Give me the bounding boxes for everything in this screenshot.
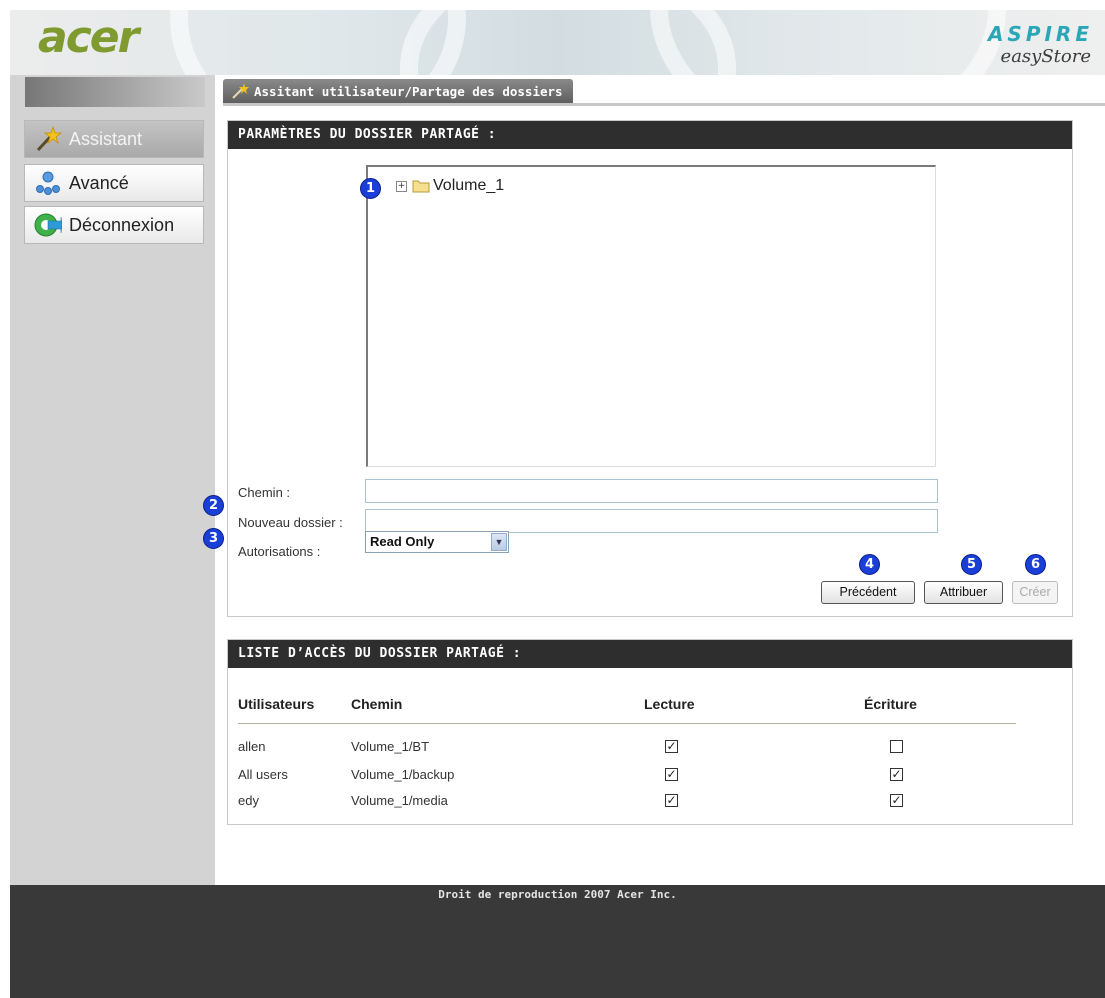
folder-icon bbox=[412, 179, 430, 193]
column-header-users: Utilisateurs bbox=[238, 696, 315, 712]
sidebar-item-label: Avancé bbox=[69, 172, 129, 193]
cell-user: allen bbox=[238, 739, 266, 754]
callout-marker-4: 4 bbox=[859, 554, 880, 575]
permissions-select[interactable]: Read Only ▼ bbox=[365, 531, 509, 553]
read-checkbox[interactable]: ✓ bbox=[665, 794, 678, 807]
sidebar: Assistant Avancé Déconnexion bbox=[10, 75, 215, 885]
sidebar-item-label: Déconnexion bbox=[69, 214, 175, 235]
read-checkbox[interactable]: ✓ bbox=[665, 740, 678, 753]
network-nodes-icon bbox=[33, 168, 63, 198]
easystore-logo: easyStore bbox=[1000, 46, 1091, 67]
cell-path: Volume_1/backup bbox=[351, 767, 455, 782]
callout-marker-2: 2 bbox=[203, 495, 224, 516]
share-settings-title: PARAMÈTRES DU DOSSIER PARTAGÉ : bbox=[228, 121, 1072, 149]
chevron-down-icon[interactable]: ▼ bbox=[491, 533, 507, 551]
column-header-read: Lecture bbox=[644, 696, 695, 712]
cell-path: Volume_1/BT bbox=[351, 739, 430, 754]
sidebar-item-deconnexion[interactable]: Déconnexion bbox=[24, 206, 204, 244]
aspire-logo: ASPIRE bbox=[987, 22, 1093, 46]
tree-node-volume[interactable]: + Volume_1 bbox=[396, 177, 504, 195]
callout-marker-6: 6 bbox=[1025, 554, 1046, 575]
acer-logo: acer bbox=[38, 12, 139, 63]
tree-node-label: Volume_1 bbox=[433, 177, 505, 194]
sidebar-item-label: Assistant bbox=[69, 128, 143, 149]
callout-marker-5: 5 bbox=[961, 554, 982, 575]
path-label: Chemin : bbox=[238, 485, 291, 500]
magic-wand-icon bbox=[33, 124, 63, 154]
expand-icon[interactable]: + bbox=[396, 180, 407, 192]
cell-user: edy bbox=[238, 793, 259, 808]
cell-path: Volume_1/media bbox=[351, 793, 448, 808]
cell-user: All users bbox=[238, 767, 288, 782]
write-checkbox[interactable]: ✓ bbox=[890, 794, 903, 807]
write-checkbox[interactable]: ✓ bbox=[890, 768, 903, 781]
column-header-path: Chemin bbox=[351, 696, 403, 712]
read-checkbox[interactable]: ✓ bbox=[665, 768, 678, 781]
sidebar-item-avance[interactable]: Avancé bbox=[24, 164, 204, 202]
previous-button[interactable]: Précédent bbox=[821, 581, 915, 604]
table-divider bbox=[238, 723, 1016, 724]
page-header: acer ASPIRE easyStore bbox=[10, 10, 1105, 75]
permissions-value: Read Only bbox=[370, 534, 435, 549]
create-button[interactable]: Créer bbox=[1012, 581, 1058, 604]
sidebar-item-assistant[interactable]: Assistant bbox=[24, 120, 204, 158]
access-list-panel: LISTE D’ACCÈS DU DOSSIER PARTAGÉ : Utili… bbox=[227, 639, 1073, 825]
path-field[interactable] bbox=[365, 479, 938, 503]
magic-wand-icon bbox=[231, 82, 249, 100]
callout-marker-3: 3 bbox=[203, 528, 224, 549]
sidebar-top-bar bbox=[25, 77, 205, 107]
write-checkbox[interactable] bbox=[890, 740, 903, 753]
assign-button[interactable]: Attribuer bbox=[924, 581, 1003, 604]
access-list-title: LISTE D’ACCÈS DU DOSSIER PARTAGÉ : bbox=[228, 640, 1072, 668]
logout-arrow-icon bbox=[33, 210, 63, 240]
page-footer: Droit de reproduction 2007 Acer Inc. bbox=[10, 885, 1105, 998]
new-folder-field[interactable] bbox=[365, 509, 938, 533]
share-settings-panel: PARAMÈTRES DU DOSSIER PARTAGÉ : + Volume… bbox=[227, 120, 1073, 617]
callout-marker-1: 1 bbox=[360, 178, 381, 199]
tab-bar: Assitant utilisateur/Partage des dossier… bbox=[215, 75, 1105, 107]
copyright-text: Droit de reproduction 2007 Acer Inc. bbox=[438, 888, 677, 901]
tab-underline bbox=[223, 103, 1105, 106]
new-folder-label: Nouveau dossier : bbox=[238, 515, 343, 530]
tab-partage-des-dossiers[interactable]: Assitant utilisateur/Partage des dossier… bbox=[223, 79, 573, 103]
tab-label: Assitant utilisateur/Partage des dossier… bbox=[254, 83, 563, 99]
permissions-label: Autorisations : bbox=[238, 544, 321, 559]
column-header-write: Écriture bbox=[864, 696, 917, 712]
folder-tree[interactable]: + Volume_1 bbox=[366, 165, 936, 467]
